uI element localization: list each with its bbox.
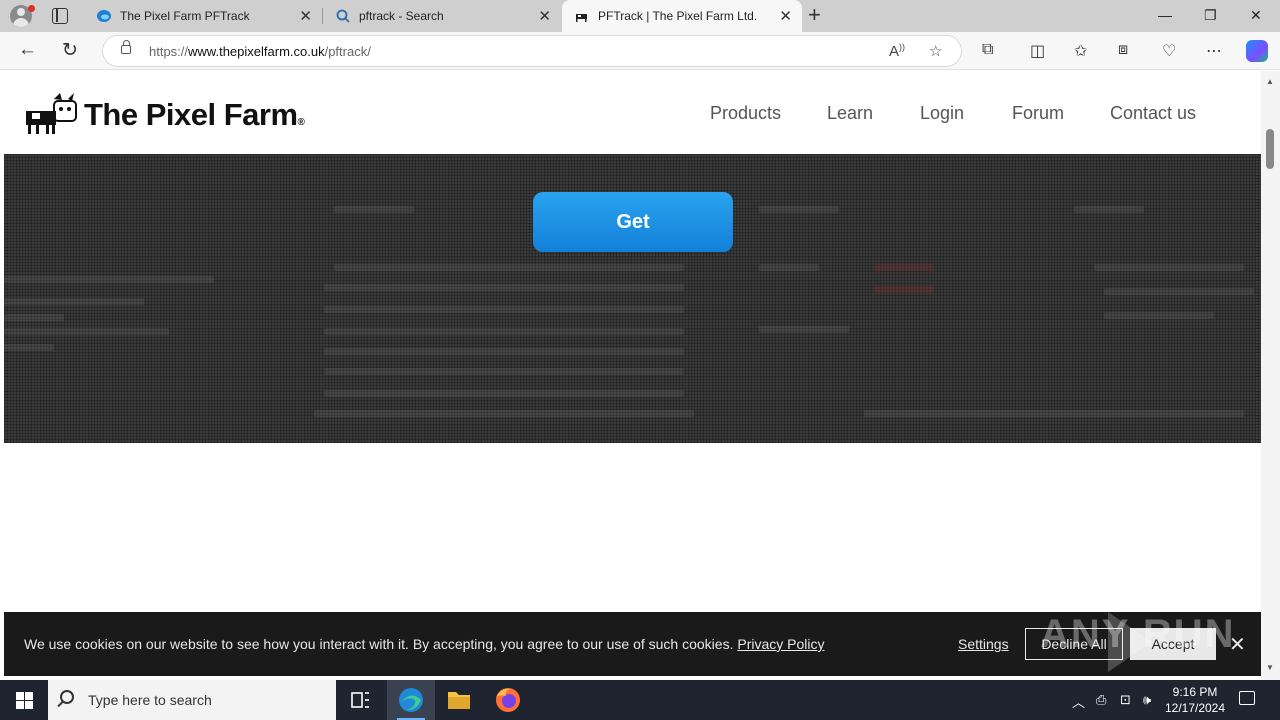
profile-notification-dot <box>28 5 35 12</box>
hero-ghost-line <box>334 264 684 271</box>
hero-ghost-line <box>874 264 934 271</box>
split-screen-icon[interactable]: ◫ <box>1030 41 1045 61</box>
nav-learn[interactable]: Learn <box>827 103 873 124</box>
nav-forum[interactable]: Forum <box>1012 103 1064 124</box>
restore-icon[interactable]: ❐ <box>1204 7 1217 24</box>
taskbar-search-box[interactable]: Type here to search <box>48 680 336 720</box>
close-window-icon[interactable]: ✕ <box>1250 7 1262 24</box>
file-explorer-icon[interactable] <box>435 680 483 720</box>
taskbar-clock[interactable]: 9:16 PM 12/17/2024 <box>1160 684 1230 716</box>
more-menu-icon[interactable]: ⋯ <box>1206 41 1222 61</box>
volume-icon[interactable]: 🕪 <box>1143 692 1151 708</box>
site-header: The Pixel Farm® Products Learn Login For… <box>4 71 1261 154</box>
hero-ghost-line <box>1074 206 1144 213</box>
collections-icon[interactable]: ⧈ <box>1118 41 1128 59</box>
clock-time: 9:16 PM <box>1172 685 1218 699</box>
close-tab-icon[interactable]: ✕ <box>299 7 312 25</box>
edge-taskbar-icon[interactable] <box>387 680 435 720</box>
read-aloud-icon[interactable]: A)) <box>889 42 905 60</box>
pixel-farm-cow-tab-icon <box>576 14 587 22</box>
anyrun-play-icon <box>1108 612 1152 672</box>
hero-ghost-line <box>1104 288 1254 295</box>
cookie-settings-link[interactable]: Settings <box>958 636 1009 652</box>
nav-products[interactable]: Products <box>710 103 781 124</box>
hero-ghost-line <box>324 328 684 335</box>
hero-ghost-line <box>759 206 839 213</box>
refresh-icon[interactable]: ↻ <box>62 39 78 62</box>
hero-ghost-line <box>4 344 54 351</box>
scrollbar-thumb[interactable] <box>1266 129 1274 169</box>
tab-pftrack-active[interactable]: PFTrack | The Pixel Farm Ltd. ✕ <box>562 0 802 32</box>
cookie-banner: We use cookies on our website to see how… <box>4 612 1261 676</box>
taskbar-search-placeholder: Type here to search <box>88 692 212 708</box>
hero-ghost-line <box>324 348 684 355</box>
scroll-down-icon[interactable]: ▼ <box>1266 663 1274 672</box>
show-hidden-icons-icon[interactable]: ︿ <box>1072 692 1085 711</box>
hero-ghost-line <box>4 276 214 283</box>
hero-ghost-line <box>874 286 934 293</box>
close-tab-icon[interactable]: ✕ <box>538 7 551 25</box>
task-view-icon[interactable] <box>336 680 384 720</box>
browser-toolbar: ← ↻ https://www.thepixelfarm.co.uk/pftra… <box>0 32 1280 70</box>
new-tab-icon[interactable]: + <box>808 2 821 28</box>
hero-ghost-line <box>4 328 169 335</box>
hero-ghost-line <box>4 298 144 305</box>
hero-ghost-line <box>324 284 684 291</box>
network-icon[interactable]: ⊡ <box>1120 692 1131 708</box>
hero-ghost-line <box>334 206 414 213</box>
tab-title: PFTrack | The Pixel Farm Ltd. <box>598 9 758 23</box>
tab-pixel-farm-pftrack[interactable]: The Pixel Farm PFTrack ✕ <box>84 0 322 32</box>
windows-taskbar: Type here to search ︿ ⎙ ⊡ 🕪 9:16 PM 12/1… <box>0 680 1280 720</box>
nav-login[interactable]: Login <box>920 103 964 124</box>
privacy-policy-link[interactable]: Privacy Policy <box>737 636 824 652</box>
hero-section: Get <box>4 154 1261 443</box>
hero-ghost-line <box>324 368 684 375</box>
page-scrollbar[interactable]: ▲ ▼ <box>1261 71 1280 680</box>
address-bar[interactable]: https://www.thepixelfarm.co.uk/pftrack/ … <box>102 35 962 67</box>
extensions-icon[interactable]: ⧉ <box>982 41 993 59</box>
tab-title: The Pixel Farm PFTrack <box>120 9 250 23</box>
page-viewport: The Pixel Farm® Products Learn Login For… <box>4 71 1261 680</box>
site-logo-text[interactable]: The Pixel Farm® <box>84 97 305 133</box>
clock-date: 12/17/2024 <box>1164 701 1226 715</box>
tab-strip: The Pixel Farm PFTrack ✕ pftrack - Searc… <box>0 0 1280 32</box>
hero-ghost-line <box>314 410 694 417</box>
hero-ghost-line <box>4 314 64 321</box>
windows-start-icon[interactable] <box>16 692 33 709</box>
edge-tab-icon <box>97 10 111 22</box>
search-icon <box>60 690 74 704</box>
hero-ghost-line <box>324 306 684 313</box>
nav-contact-us[interactable]: Contact us <box>1110 103 1196 124</box>
back-arrow-icon[interactable]: ← <box>18 39 37 61</box>
hero-ghost-line <box>759 326 849 333</box>
scroll-up-icon[interactable]: ▲ <box>1266 77 1274 86</box>
search-tab-icon <box>336 9 350 23</box>
copilot-icon[interactable] <box>1246 40 1268 62</box>
tab-title: pftrack - Search <box>359 9 444 23</box>
hero-ghost-line <box>1094 264 1244 271</box>
browser-essentials-icon[interactable]: ♡ <box>1162 41 1176 61</box>
tab-actions-icon[interactable] <box>52 8 68 24</box>
hero-ghost-line <box>759 264 819 271</box>
get-button[interactable]: Get <box>533 192 733 252</box>
favorite-star-icon[interactable]: ☆ <box>929 42 942 60</box>
firefox-icon[interactable] <box>484 680 532 720</box>
hero-ghost-line <box>1104 312 1214 319</box>
minimize-icon[interactable]: — <box>1158 7 1172 23</box>
cow-logo-icon[interactable] <box>24 93 82 135</box>
lock-icon[interactable] <box>121 40 131 54</box>
hero-ghost-line <box>324 390 684 397</box>
favorites-icon[interactable]: ✩ <box>1074 41 1087 61</box>
network-device-icon[interactable]: ⎙ <box>1096 692 1106 708</box>
close-banner-icon[interactable]: ✕ <box>1229 632 1246 657</box>
tab-pftrack-search[interactable]: pftrack - Search ✕ <box>323 0 561 32</box>
hero-ghost-line <box>864 410 1244 417</box>
cookie-message: We use cookies on our website to see how… <box>24 636 825 652</box>
notifications-icon[interactable] <box>1239 691 1255 705</box>
close-tab-icon[interactable]: ✕ <box>779 7 792 25</box>
url-text[interactable]: https://www.thepixelfarm.co.uk/pftrack/ <box>149 44 371 59</box>
